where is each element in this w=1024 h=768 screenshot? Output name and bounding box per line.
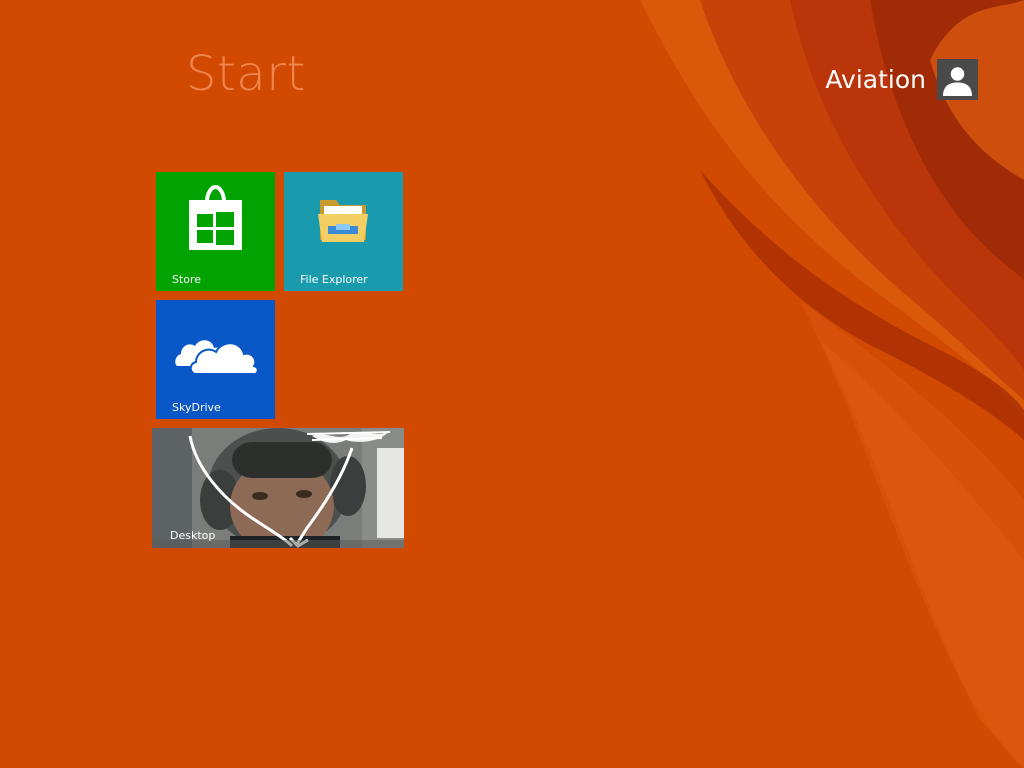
tile-desktop[interactable]: Desktop [152,428,404,548]
avatar[interactable] [937,59,978,100]
tile-label-skydrive: SkyDrive [172,400,221,414]
user-silhouette-icon [937,59,978,100]
background-swirl-art [640,0,1024,768]
tile-label-desktop: Desktop [170,528,216,542]
tile-label-file-explorer: File Explorer [300,272,368,286]
user-account[interactable]: Aviation [825,59,978,100]
tile-label-store: Store [172,272,202,286]
tile-store[interactable]: Store [156,172,275,291]
user-name: Aviation [825,65,926,94]
tile-file-explorer[interactable]: File Explorer [284,172,403,291]
tile-skydrive[interactable]: SkyDrive [156,300,275,419]
page-title: Start [186,46,306,102]
